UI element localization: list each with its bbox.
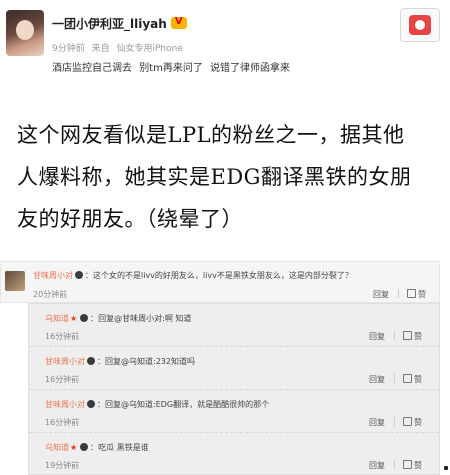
reply-item: 乌知道★ ：回复@甘味周小对:啊 知道 16分钟前 回复 赞 <box>29 304 439 347</box>
like-label: 赞 <box>414 461 422 470</box>
user-badge-icon <box>80 443 89 451</box>
vip-badge-icon <box>170 16 187 29</box>
main-comment-text: ：这个女的不是livv的好朋友么，livv不是黑铁女朋友么，这是内部分裂了？ <box>85 271 353 280</box>
reply-button[interactable]: 回复 <box>369 460 385 471</box>
post-text-part-2: 别tm再来问了 <box>139 63 203 74</box>
user-badge-icon <box>80 314 89 322</box>
thumbs-up-icon <box>403 331 412 340</box>
commenter-avatar[interactable] <box>5 271 25 291</box>
comments-section: 甘味周小对 ：这个女的不是livv的好朋友么，livv不是黑铁女朋友么，这是内部分… <box>0 261 450 475</box>
article-line-2: 人爆料称，她其实是EDG翻译黑铁的女朋 <box>17 165 412 189</box>
reply-user[interactable]: 乌知道 <box>45 443 69 452</box>
main-comment-time: 20分钟前 <box>33 290 68 299</box>
reply-text: ：吃瓜 黑铁是谁 <box>90 443 149 452</box>
post-source-prefix: 来自 <box>91 44 110 54</box>
like-button[interactable]: 赞 <box>403 460 422 471</box>
like-label: 赞 <box>414 332 422 341</box>
like-button[interactable]: 赞 <box>403 374 422 385</box>
article-line-1: 这个网友看似是LPL的粉丝之一，据其他 <box>17 123 405 147</box>
star-badge-icon: ★ <box>70 443 78 452</box>
reply-line: 甘味周小对 ：回复@乌知道:232知道吗 <box>45 356 195 367</box>
reply-time: 19分钟前 <box>45 461 80 470</box>
reply-user[interactable]: 甘味周小对 <box>45 400 85 409</box>
user-badge-icon <box>87 357 95 365</box>
main-comment-line: 甘味周小对 ：这个女的不是livv的好朋友么，livv不是黑铁女朋友么，这是内部分… <box>33 270 353 281</box>
thumbs-up-icon <box>403 374 412 383</box>
post-time: 9分钟前 <box>52 44 85 54</box>
action-divider <box>394 331 395 340</box>
reply-item: 乌知道★ ：吃瓜 黑铁是谁 19分钟前 回复 赞 <box>29 433 439 475</box>
reply-button[interactable]: 回复 <box>369 331 385 342</box>
article-line-3: 友的好朋友。（绕晕了） <box>17 207 243 231</box>
author-name[interactable]: 一团小伊利亚_lliyah <box>52 15 187 32</box>
thumbs-up-icon <box>407 289 416 298</box>
main-like-button[interactable]: 赞 <box>407 289 426 300</box>
reply-item: 甘味周小对 ：回复@乌知道:EDG翻译，就是酷酷很帅的那个 16分钟前 回复 赞 <box>29 390 439 433</box>
reply-time: 16分钟前 <box>45 375 80 384</box>
reply-line: 甘味周小对 ：回复@乌知道:EDG翻译，就是酷酷很帅的那个 <box>45 399 269 410</box>
action-divider <box>398 289 399 298</box>
weibo-post-header: 一团小伊利亚_lliyah 9分钟前 来自 仙女专用iPhone 酒店监控自己调… <box>0 0 450 84</box>
main-reply-button[interactable]: 回复 <box>373 289 389 300</box>
reply-time: 16分钟前 <box>45 332 80 341</box>
like-button[interactable]: 赞 <box>403 331 422 342</box>
action-divider <box>394 460 395 469</box>
thumbs-up-icon <box>403 417 412 426</box>
star-badge-icon: ★ <box>70 314 78 323</box>
main-comment: 甘味周小对 ：这个女的不是livv的好朋友么，livv不是黑铁女朋友么，这是内部分… <box>0 261 440 303</box>
article-body: 这个网友看似是LPL的粉丝之一，据其他 人爆料称，她其实是EDG翻译黑铁的女朋 … <box>0 84 450 260</box>
reply-text: ：回复@甘味周小对:啊 知道 <box>90 314 192 323</box>
reply-button[interactable]: 回复 <box>369 374 385 385</box>
app-logo-icon <box>400 8 440 42</box>
author-avatar[interactable] <box>6 10 44 56</box>
reply-user[interactable]: 乌知道 <box>45 314 69 323</box>
like-label: 赞 <box>414 375 422 384</box>
reply-time: 16分钟前 <box>45 418 80 427</box>
corner-mark <box>444 466 448 470</box>
thumbs-up-icon <box>403 460 412 469</box>
reply-list: 乌知道★ ：回复@甘味周小对:啊 知道 16分钟前 回复 赞 甘味周小对 ：回复@乌… <box>28 303 440 475</box>
reply-line: 乌知道★ ：回复@甘味周小对:啊 知道 <box>45 313 191 324</box>
action-divider <box>394 417 395 426</box>
post-text-part-3: 说错了律师函拿来 <box>210 63 291 74</box>
post-text-part-1: 酒店监控自己调去 <box>52 63 132 74</box>
post-text: 酒店监控自己调去 别tm再来问了 说错了律师函拿来 <box>52 59 294 74</box>
author-name-text[interactable]: 一团小伊利亚_lliyah <box>52 17 167 31</box>
like-button[interactable]: 赞 <box>403 417 422 428</box>
user-badge-icon <box>75 271 83 279</box>
reply-item: 甘味周小对 ：回复@乌知道:232知道吗 16分钟前 回复 赞 <box>29 347 439 390</box>
reply-user[interactable]: 甘味周小对 <box>45 357 85 366</box>
main-like-label: 赞 <box>418 290 426 299</box>
reply-line: 乌知道★ ：吃瓜 黑铁是谁 <box>45 442 149 453</box>
reply-button[interactable]: 回复 <box>369 417 385 428</box>
post-source[interactable]: 仙女专用iPhone <box>117 44 183 54</box>
user-badge-icon <box>87 400 95 408</box>
action-divider <box>394 374 395 383</box>
post-meta: 9分钟前 来自 仙女专用iPhone <box>52 41 187 54</box>
reply-text: ：回复@乌知道:EDG翻译，就是酷酷很帅的那个 <box>97 400 270 409</box>
main-comment-user[interactable]: 甘味周小对 <box>33 271 73 280</box>
like-label: 赞 <box>414 418 422 427</box>
reply-text: ：回复@乌知道:232知道吗 <box>97 357 195 366</box>
